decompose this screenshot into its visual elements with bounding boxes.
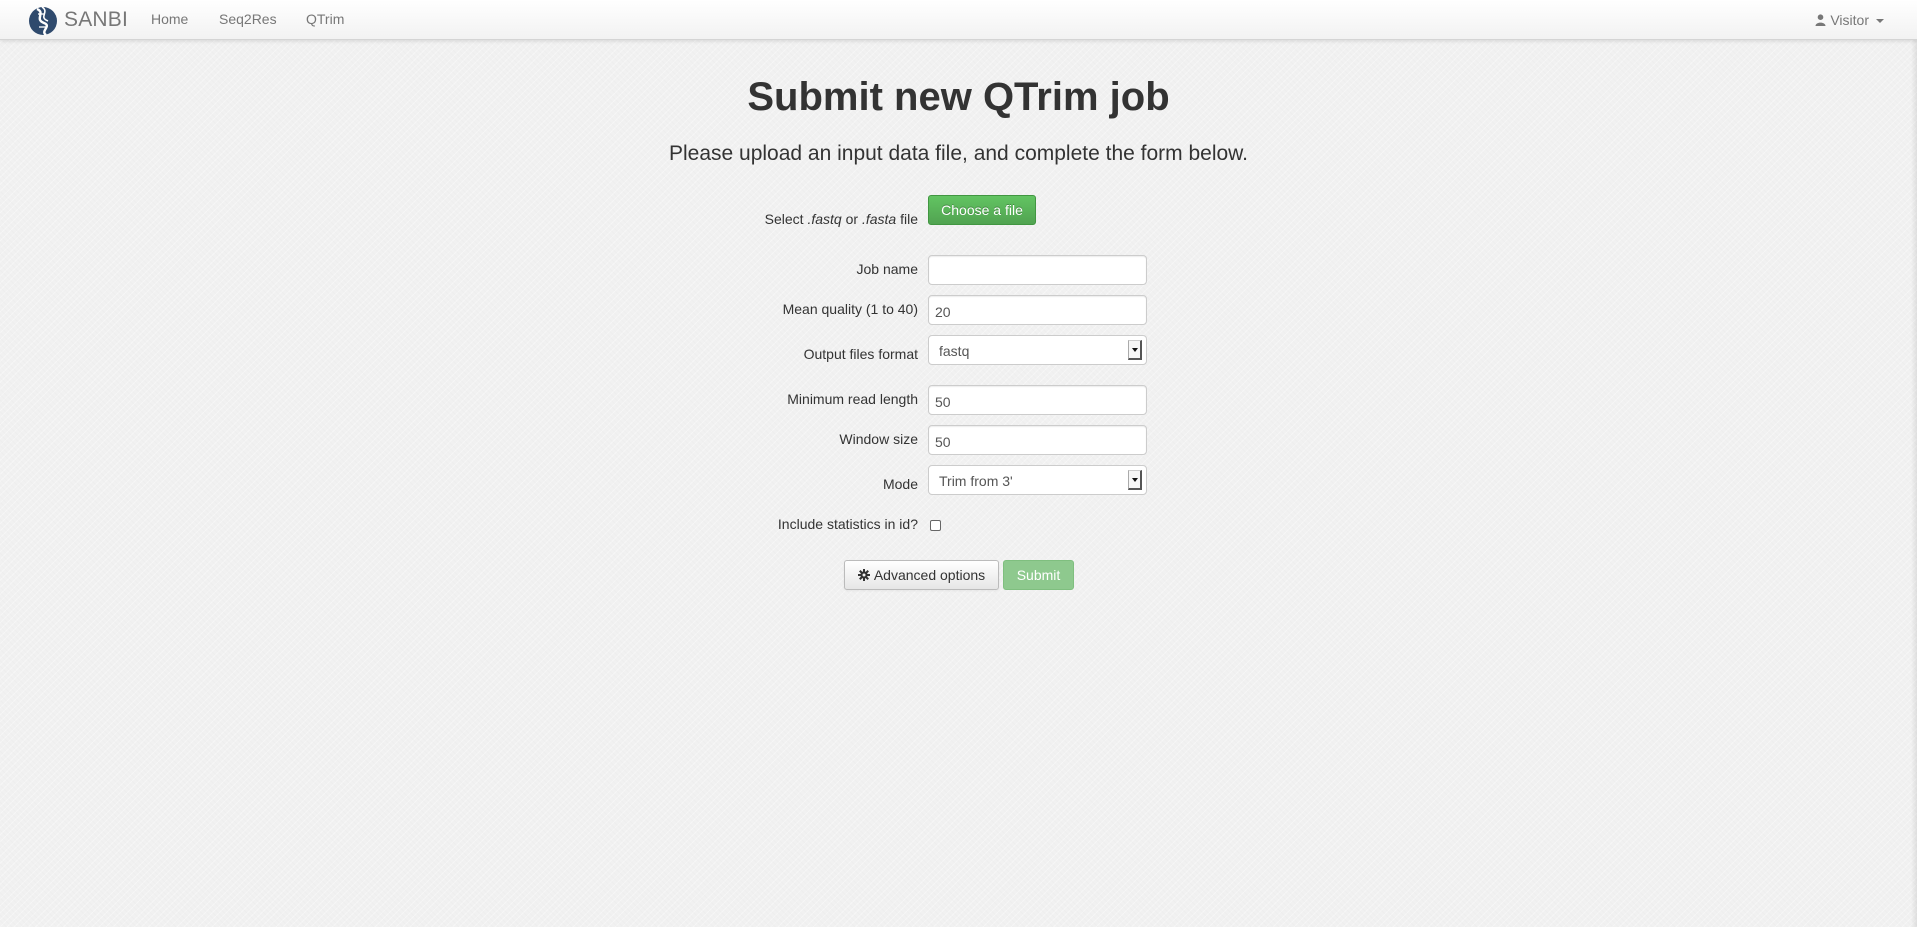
nav-link-seq2res[interactable]: Seq2Res xyxy=(219,0,277,40)
file-label-ext-fastq: .fastq xyxy=(807,211,842,227)
mean-quality-label: Mean quality (1 to 40) xyxy=(782,301,918,317)
mode-selected-value: Trim from 3' xyxy=(939,473,1013,489)
user-icon xyxy=(1815,14,1826,26)
job-name-input[interactable] xyxy=(928,255,1147,285)
chevron-down-icon xyxy=(1876,19,1884,23)
window-size-label: Window size xyxy=(839,431,918,447)
file-label-or: or xyxy=(845,211,859,227)
min-read-length-label: Minimum read length xyxy=(787,391,918,407)
mean-quality-input[interactable] xyxy=(928,295,1147,325)
output-format-select[interactable]: fastq xyxy=(928,335,1147,365)
choose-file-button[interactable]: Choose a file xyxy=(928,195,1036,225)
nav-link-home[interactable]: Home xyxy=(151,0,188,40)
file-select-label: Select .fastq or .fasta file xyxy=(765,210,918,228)
brand-name: SANBI xyxy=(64,8,129,31)
submit-button[interactable]: Submit xyxy=(1003,560,1074,590)
user-menu-dropdown[interactable]: Visitor xyxy=(1815,0,1884,40)
page-edge-shadow xyxy=(1911,40,1917,927)
advanced-options-button[interactable]: Advanced options xyxy=(844,560,999,590)
page-lead-text: Please upload an input data file, and co… xyxy=(668,142,1249,165)
nav-link-qtrim[interactable]: QTrim xyxy=(306,0,344,40)
select-arrow-icon xyxy=(1128,470,1142,490)
advanced-options-label: Advanced options xyxy=(873,567,986,583)
mode-select[interactable]: Trim from 3' xyxy=(928,465,1147,495)
file-label-ext-fasta: .fasta xyxy=(861,211,897,227)
select-arrow-icon xyxy=(1128,340,1142,360)
include-stats-label: Include statistics in id? xyxy=(777,516,918,532)
output-format-label: Output files format xyxy=(803,346,918,362)
navbar: SANBI Home Seq2Res QTrim Visitor xyxy=(0,0,1917,40)
gear-icon xyxy=(857,569,870,581)
include-stats-checkbox[interactable] xyxy=(930,520,941,531)
page-title: Submit new QTrim job xyxy=(747,75,1170,119)
file-label-prefix: Select xyxy=(764,211,804,227)
file-label-suffix: file xyxy=(900,211,918,227)
output-format-selected-value: fastq xyxy=(939,343,970,359)
user-name: Visitor xyxy=(1830,12,1869,28)
mode-label: Mode xyxy=(882,476,918,492)
window-size-input[interactable] xyxy=(928,425,1147,455)
job-name-label: Job name xyxy=(856,261,918,277)
brand-home-link[interactable]: SANBI xyxy=(28,0,128,40)
sanbi-logo-icon xyxy=(29,6,57,36)
min-read-length-input[interactable] xyxy=(928,385,1147,415)
